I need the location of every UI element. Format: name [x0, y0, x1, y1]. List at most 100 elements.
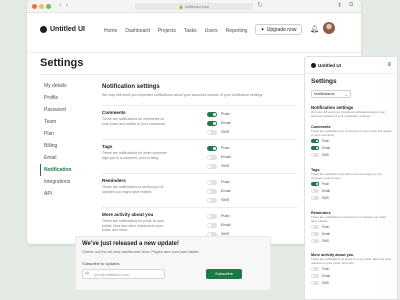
push-option[interactable]: Push — [207, 179, 230, 185]
sms-label: SMS — [322, 238, 329, 243]
push-option[interactable]: Push — [311, 180, 393, 187]
sms-toggle[interactable] — [311, 195, 319, 200]
push-option[interactable]: Push — [311, 223, 393, 230]
bell-icon[interactable]: 🔔︎ — [310, 25, 319, 33]
email-toggle[interactable] — [311, 231, 319, 236]
subscribe-email-input[interactable]: you@untitledui.com — [82, 269, 165, 279]
sms-toggle[interactable] — [207, 197, 217, 203]
email-option[interactable]: Email — [311, 187, 393, 194]
sms-option[interactable]: SMS — [207, 197, 229, 203]
push-option[interactable]: Push — [311, 265, 393, 272]
sidenav-item-team[interactable]: Team — [40, 116, 84, 128]
push-toggle[interactable] — [311, 266, 319, 271]
sms-option[interactable]: SMS — [311, 237, 393, 244]
email-toggle[interactable] — [207, 154, 217, 160]
email-toggle[interactable] — [311, 188, 319, 193]
sidenav-item-plan[interactable]: Plan — [40, 128, 84, 140]
email-toggle[interactable] — [207, 120, 217, 126]
sms-option[interactable]: SMS — [311, 279, 393, 286]
share-icon[interactable]: ⬆ — [337, 2, 342, 9]
sidenav-item-password[interactable]: Password — [40, 104, 84, 116]
sms-toggle[interactable] — [311, 152, 319, 157]
sms-option[interactable]: SMS — [311, 151, 393, 158]
push-option[interactable]: Push — [207, 213, 230, 219]
sidenav-item-billing[interactable]: Billing — [40, 140, 84, 152]
nav-link-reporting[interactable]: Reporting — [226, 28, 248, 34]
push-toggle[interactable] — [207, 111, 217, 117]
hamburger-menu-icon[interactable]: ≡ — [387, 62, 391, 68]
nav-link-home[interactable]: Home — [104, 28, 117, 34]
push-toggle[interactable] — [207, 179, 217, 185]
back-icon[interactable]: ‹ — [59, 2, 61, 10]
push-toggle[interactable] — [311, 181, 319, 186]
mobile-group-comments: Comments These are notifications for com… — [311, 125, 393, 158]
logo-mark-icon — [40, 26, 47, 33]
email-option[interactable]: Email — [207, 154, 231, 160]
group-description: These are notifications for comments on … — [102, 117, 167, 126]
push-toggle[interactable] — [311, 138, 319, 143]
forward-icon[interactable]: › — [66, 2, 68, 10]
tabs-icon[interactable]: ⧉ — [349, 2, 353, 9]
email-option[interactable]: Email — [311, 230, 393, 237]
sms-toggle[interactable] — [207, 163, 217, 169]
sidenav-item-api[interactable]: API — [40, 188, 84, 200]
nav-link-dashboard[interactable]: Dashboard — [125, 28, 149, 34]
avatar[interactable] — [323, 22, 335, 34]
settings-section-select[interactable]: Notifications ⌄ — [311, 90, 351, 98]
sms-option[interactable]: SMS — [207, 129, 229, 135]
close-window-button[interactable] — [32, 4, 37, 9]
push-option[interactable]: Push — [207, 111, 230, 117]
sms-toggle[interactable] — [311, 238, 319, 243]
email-option[interactable]: Email — [311, 144, 393, 151]
nav-link-users[interactable]: Users — [205, 28, 218, 34]
push-toggle[interactable] — [207, 145, 217, 151]
email-option[interactable]: Email — [207, 222, 231, 228]
sms-option[interactable]: SMS — [311, 194, 393, 201]
logo[interactable]: Untitled UI — [40, 26, 85, 33]
email-label: Email — [221, 121, 231, 125]
email-option[interactable]: Email — [207, 188, 231, 194]
sms-toggle[interactable] — [311, 280, 319, 285]
mobile-section-description: We may still send you important notifica… — [311, 110, 386, 118]
push-label: Push — [221, 112, 230, 116]
push-toggle[interactable] — [311, 224, 319, 229]
push-option[interactable]: Push — [207, 145, 230, 151]
push-label: Push — [322, 138, 330, 143]
push-option[interactable]: Push — [311, 137, 393, 144]
upgrade-now-button[interactable]: ✦ Upgrade now — [255, 24, 302, 35]
promo-title: We've just released a new update! — [82, 241, 180, 247]
sms-toggle[interactable] — [207, 129, 217, 135]
mobile-group-reminders: Reminders These are notifications to rem… — [311, 211, 393, 244]
email-label: Email — [322, 188, 330, 193]
sidenav-item-my-details[interactable]: My details — [40, 80, 84, 92]
reload-icon[interactable]: ↻ — [257, 2, 263, 10]
chevron-down-icon: ⌄ — [344, 92, 348, 97]
mobile-logo[interactable]: Untitled UI — [311, 63, 341, 68]
address-bar[interactable]: 🔒untitledui.com — [135, 3, 253, 10]
email-option[interactable]: Email — [311, 272, 393, 279]
email-toggle[interactable] — [311, 273, 319, 278]
email-label: Email — [322, 273, 330, 278]
sms-option[interactable]: SMS — [207, 163, 229, 169]
email-toggle[interactable] — [207, 188, 217, 194]
primary-nav: Home Dashboard Projects Tasks Users Repo… — [104, 28, 255, 34]
sidenav-item-email[interactable]: Email — [40, 152, 84, 164]
email-label: Email — [221, 189, 231, 193]
group-description: These are notifications for posts on you… — [102, 219, 165, 232]
group-description: These are notifications to remind you of… — [311, 215, 387, 223]
email-option[interactable]: Email — [207, 120, 231, 126]
email-toggle[interactable] — [207, 222, 217, 228]
sidenav-item-integrations[interactable]: Integrations — [40, 176, 84, 188]
email-toggle[interactable] — [311, 145, 319, 150]
group-description: These are notifications for when someone… — [102, 151, 167, 160]
push-toggle[interactable] — [207, 213, 217, 219]
mobile-window: Untitled UI ≡ Settings Notifications ⌄ N… — [304, 56, 398, 300]
sidenav-item-notification[interactable]: Notification — [40, 164, 84, 176]
push-label: Push — [221, 214, 230, 218]
maximize-window-button[interactable] — [46, 4, 51, 9]
subscribe-button[interactable]: Subscribe — [206, 269, 242, 279]
sidenav-item-profile[interactable]: Profile — [40, 92, 84, 104]
nav-link-tasks[interactable]: Tasks — [184, 28, 197, 34]
minimize-window-button[interactable] — [39, 4, 44, 9]
nav-link-projects[interactable]: Projects — [158, 28, 176, 34]
